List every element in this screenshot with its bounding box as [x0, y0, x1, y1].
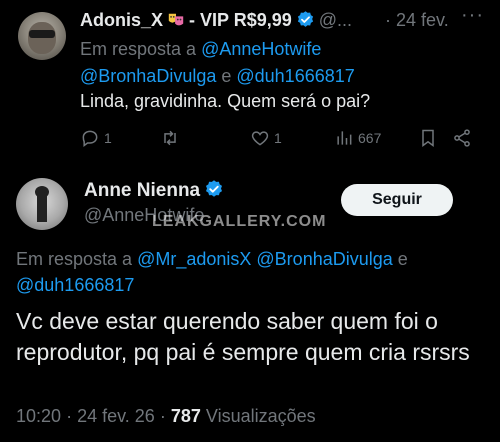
date-text: 24 fev. — [396, 10, 449, 30]
follow-button[interactable]: Seguir — [341, 184, 453, 216]
avatar-figure — [37, 192, 47, 222]
share-icon — [454, 129, 470, 147]
like-count: 1 — [274, 130, 282, 146]
reply-prefix: Em resposta a — [80, 39, 202, 59]
separator-dot: · — [66, 406, 73, 426]
separator-dot: · — [159, 406, 166, 426]
main-tweet: Anne Nienna @AnneHotwife LEAKGALLERY.COM… — [0, 162, 500, 442]
author-handle[interactable]: @... — [319, 10, 352, 30]
action-bar: 1 1 667 — [80, 128, 490, 152]
mention-link[interactable]: @AnneHotwife — [201, 39, 321, 59]
author-suffix: - VIP R$9,99 — [189, 10, 292, 30]
tweet-date[interactable]: · 24 fev. — [385, 10, 449, 31]
author-name[interactable]: Adonis_X — [80, 10, 163, 30]
mention-link[interactable]: @duh1666817 — [16, 275, 134, 295]
mention-link[interactable]: @duh1666817 — [236, 66, 354, 86]
performing-arts-icon — [167, 11, 185, 29]
avatar[interactable] — [16, 178, 68, 230]
mention-join: e — [216, 66, 237, 86]
mention-link[interactable]: @BronhaDivulga — [80, 66, 216, 86]
author-name-row[interactable]: Anne Nienna — [84, 179, 227, 202]
author-name: Anne Nienna — [84, 180, 201, 201]
mention-join: e — [392, 249, 408, 269]
tweet-header: Adonis_X - VIP R$9,99 @... · 24 fev. ··· — [80, 4, 490, 32]
analytics-icon — [337, 131, 352, 145]
view-count: 667 — [358, 130, 382, 146]
verified-badge-icon — [204, 179, 223, 198]
bookmark-button[interactable] — [418, 128, 438, 148]
reply-count: 1 — [104, 130, 112, 146]
avatar-face — [28, 22, 56, 54]
tweet-meta: 10:20 · 24 fev. 26 · 787 Visualizações — [16, 406, 316, 427]
reply-prefix: Em resposta a — [16, 249, 138, 269]
repost-button[interactable] — [160, 128, 184, 148]
reply-context: Em resposta a @AnneHotwife @BronhaDivulg… — [80, 36, 480, 90]
view-count: 787 — [170, 406, 201, 426]
verified-badge-icon — [296, 10, 315, 29]
tweet-text: Vc deve estar querendo saber quem foi o … — [16, 308, 470, 365]
separator-dot: · — [385, 10, 391, 30]
mention-link[interactable]: @Mr_adonisX — [137, 249, 251, 269]
like-button[interactable]: 1 — [250, 128, 282, 148]
views-button[interactable]: 667 — [334, 128, 381, 148]
watermark: LEAKGALLERY.COM — [152, 213, 327, 230]
more-options-icon[interactable]: ··· — [461, 4, 484, 27]
repost-icon — [164, 130, 176, 146]
reply-tweet[interactable]: Adonis_X - VIP R$9,99 @... · 24 fev. ··· E… — [0, 0, 500, 162]
reply-context: Em resposta a @Mr_adonisX @BronhaDivulga… — [16, 246, 486, 298]
heart-icon — [251, 131, 269, 146]
views-label: Visualizações — [205, 406, 316, 426]
tweet-text: Linda, gravidinha. Quem será o pai? — [80, 91, 371, 111]
tweet-date[interactable]: 24 fev. 26 — [77, 406, 155, 426]
mention-link[interactable]: @BronhaDivulga — [256, 249, 392, 269]
tweet-time[interactable]: 10:20 — [16, 406, 61, 426]
bookmark-icon — [422, 129, 434, 147]
reply-icon — [82, 130, 98, 147]
share-button[interactable] — [452, 128, 472, 148]
avatar[interactable] — [18, 12, 66, 60]
reply-button[interactable]: 1 — [80, 128, 112, 148]
avatar-mask — [29, 30, 55, 38]
